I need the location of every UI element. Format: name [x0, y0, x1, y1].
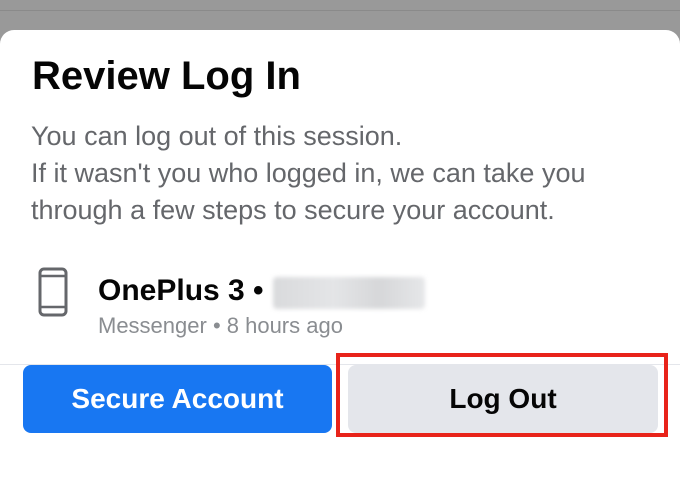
- redacted-location: [273, 277, 425, 309]
- backdrop-divider: [0, 10, 680, 11]
- log-out-button[interactable]: Log Out: [348, 365, 658, 433]
- description-line: through a few steps to secure your accou…: [31, 195, 555, 225]
- phone-icon: [34, 267, 74, 317]
- description-line: If it wasn't you who logged in, we can t…: [31, 158, 586, 188]
- description-line: You can log out of this session.: [31, 121, 403, 151]
- secure-account-button[interactable]: Secure Account: [23, 365, 332, 433]
- session-meta: Messenger • 8 hours ago: [98, 313, 343, 338]
- page-title: Review Log In: [32, 54, 301, 98]
- device-name: OnePlus 3 •: [98, 274, 264, 307]
- description: You can log out of this session. If it w…: [31, 118, 671, 229]
